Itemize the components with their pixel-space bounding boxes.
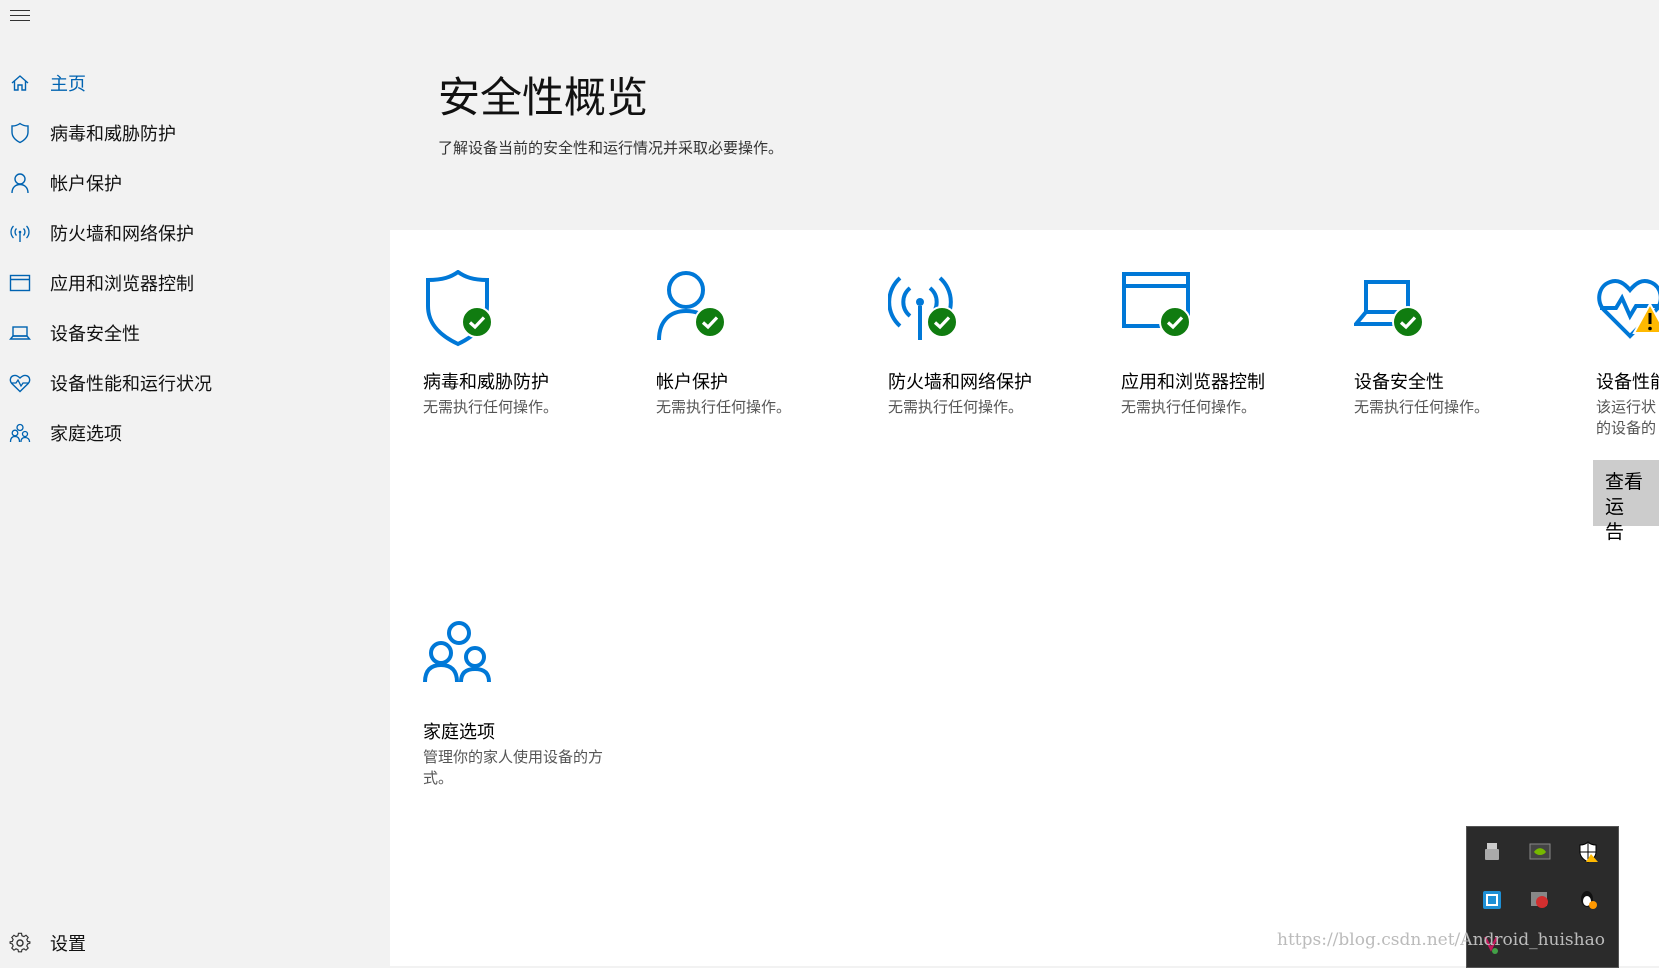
sidebar-item-virus-protection[interactable]: 病毒和威胁防护 bbox=[0, 108, 380, 158]
check-badge-icon bbox=[694, 306, 726, 338]
sidebar-item-label: 主页 bbox=[50, 74, 86, 95]
check-badge-icon bbox=[461, 306, 493, 338]
card-title: 应用和浏览器控制 bbox=[1121, 372, 1265, 393]
card-title: 设备性能 bbox=[1596, 372, 1659, 393]
shield-icon bbox=[9, 122, 31, 144]
card-title: 病毒和威胁防护 bbox=[423, 372, 549, 393]
view-report-button[interactable]: 查看运 告 bbox=[1593, 460, 1659, 543]
sidebar-item-label: 帐户保护 bbox=[50, 174, 122, 195]
laptop-icon bbox=[9, 322, 31, 344]
sidebar: 主页 病毒和威胁防护 帐户保护 防火墙和网络保护 应用和浏览器控制 设备安全性 bbox=[0, 58, 380, 458]
security-shield-icon[interactable] bbox=[1577, 841, 1599, 863]
card-description: 管理你的家人使用设备的方 式。 bbox=[423, 748, 604, 787]
red-app-icon[interactable] bbox=[1529, 889, 1551, 911]
settings-label: 设置 bbox=[50, 934, 86, 955]
card-family-options[interactable]: 家庭选项 管理你的家人使用设备的方 式。 bbox=[423, 620, 628, 789]
qq-penguin-icon[interactable] bbox=[1577, 889, 1599, 911]
card-description: 无需执行任何操作。 bbox=[888, 398, 1024, 416]
card-firewall[interactable]: 防火墙和网络保护 无需执行任何操作。 bbox=[887, 270, 1093, 418]
card-description: 无需执行任何操作。 bbox=[1121, 398, 1257, 416]
card-virus-protection[interactable]: 病毒和威胁防护 无需执行任何操作。 bbox=[423, 269, 628, 418]
antenna-icon bbox=[9, 222, 31, 244]
card-title: 帐户保护 bbox=[656, 372, 728, 393]
card-title: 防火墙和网络保护 bbox=[888, 372, 1032, 393]
sidebar-item-account-protection[interactable]: 帐户保护 bbox=[0, 158, 380, 208]
sidebar-item-label: 设备安全性 bbox=[50, 324, 140, 345]
watermark-text: https://blog.csdn.net/Android_huishao bbox=[1277, 930, 1605, 950]
sidebar-item-label: 设备性能和运行状况 bbox=[50, 374, 212, 395]
browser-window-icon bbox=[9, 272, 31, 294]
check-badge-icon bbox=[1392, 306, 1424, 338]
card-description: 无需执行任何操作。 bbox=[656, 398, 792, 416]
usb-drive-icon[interactable] bbox=[1481, 841, 1503, 863]
gear-icon bbox=[9, 932, 31, 954]
card-account-protection[interactable]: 帐户保护 无需执行任何操作。 bbox=[656, 270, 861, 418]
sidebar-item-label: 防火墙和网络保护 bbox=[50, 224, 194, 245]
family-icon bbox=[9, 422, 31, 444]
person-icon bbox=[9, 172, 31, 194]
card-description: 无需执行任何操作。 bbox=[1354, 398, 1490, 416]
page-title: 安全性概览 bbox=[438, 73, 649, 122]
network-app-icon[interactable] bbox=[1481, 889, 1503, 911]
sidebar-item-device-performance[interactable]: 设备性能和运行状况 bbox=[0, 358, 380, 408]
check-badge-icon bbox=[1159, 306, 1191, 338]
card-description: 无需执行任何操作。 bbox=[423, 398, 559, 416]
card-title: 家庭选项 bbox=[423, 722, 495, 743]
sidebar-item-device-security[interactable]: 设备安全性 bbox=[0, 308, 380, 358]
card-device-performance[interactable]: 设备性能 该运行状 的设备的 bbox=[1596, 270, 1659, 439]
warning-icon bbox=[1632, 302, 1659, 334]
sidebar-item-family-options[interactable]: 家庭选项 bbox=[0, 408, 380, 458]
sidebar-item-label: 病毒和威胁防护 bbox=[50, 124, 176, 145]
nvidia-icon[interactable] bbox=[1529, 841, 1551, 863]
hamburger-menu-button[interactable] bbox=[10, 10, 30, 24]
card-description: 该运行状 的设备的 bbox=[1596, 398, 1657, 437]
card-device-security[interactable]: 设备安全性 无需执行任何操作。 bbox=[1351, 270, 1559, 418]
sidebar-item-label: 家庭选项 bbox=[50, 424, 122, 445]
sidebar-item-firewall[interactable]: 防火墙和网络保护 bbox=[0, 208, 380, 258]
card-title: 设备安全性 bbox=[1354, 372, 1444, 393]
card-app-browser-control[interactable]: 应用和浏览器控制 无需执行任何操作。 bbox=[1121, 270, 1326, 418]
home-icon bbox=[9, 72, 31, 94]
heart-pulse-icon bbox=[9, 372, 31, 394]
check-badge-icon bbox=[926, 306, 958, 338]
sidebar-item-app-browser-control[interactable]: 应用和浏览器控制 bbox=[0, 258, 380, 308]
sidebar-item-settings[interactable]: 设置 bbox=[0, 918, 86, 968]
sidebar-item-home[interactable]: 主页 bbox=[0, 58, 380, 108]
sidebar-item-label: 应用和浏览器控制 bbox=[50, 274, 194, 295]
page-subtitle: 了解设备当前的安全性和运行情况并采取必要操作。 bbox=[438, 139, 784, 157]
family-icon bbox=[423, 621, 491, 683]
